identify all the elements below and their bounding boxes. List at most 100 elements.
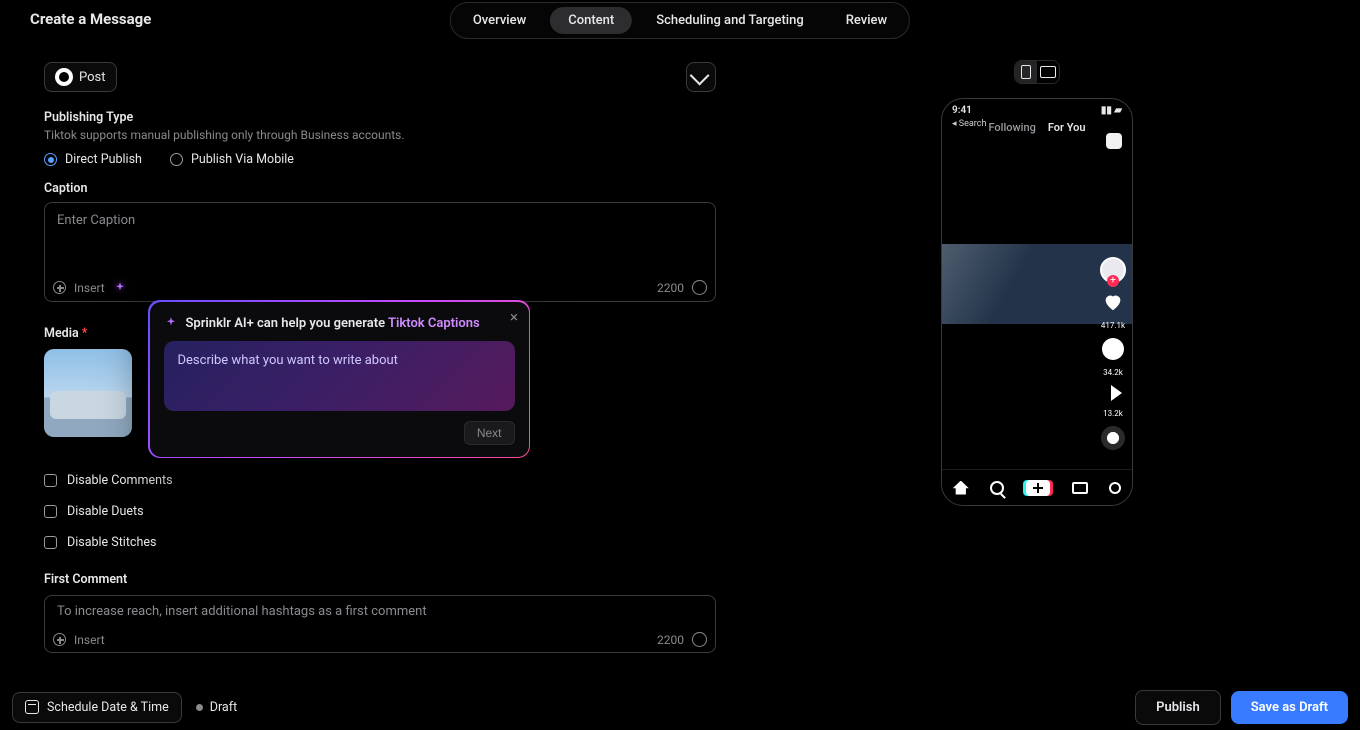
status-chip: Draft — [196, 700, 237, 715]
checkbox-label: Disable Duets — [67, 504, 144, 519]
ai-sparkle-icon[interactable] — [113, 281, 127, 295]
phone-icon — [1021, 65, 1031, 79]
phone-bottom-nav — [942, 469, 1132, 505]
share-count: 13.2k — [1103, 409, 1123, 418]
insert-plus-icon[interactable] — [53, 633, 66, 646]
insert-plus-icon[interactable] — [53, 281, 66, 294]
like-count: 417.1k — [1101, 321, 1125, 330]
checkbox-disable-comments[interactable]: Disable Comments — [44, 473, 716, 488]
media-thumb-fg — [50, 391, 126, 419]
comment-count: 34.2k — [1103, 368, 1123, 377]
preview-desktop-toggle[interactable] — [1037, 61, 1059, 83]
checkbox-disable-duets[interactable]: Disable Duets — [44, 504, 716, 519]
tab-review[interactable]: Review — [828, 7, 905, 34]
radio-direct-publish[interactable]: Direct Publish — [44, 152, 142, 167]
checkbox-label: Disable Comments — [67, 473, 173, 488]
media-thumbnail[interactable] — [44, 349, 132, 437]
page-title: Create a Message — [30, 10, 151, 28]
publishing-type-section: Publishing Type Tiktok supports manual p… — [44, 110, 716, 167]
calendar-icon — [25, 700, 39, 714]
radio-label: Publish Via Mobile — [191, 152, 294, 167]
desktop-icon — [1040, 66, 1056, 78]
profile-icon — [1109, 482, 1121, 494]
media-label-text: Media — [44, 326, 79, 341]
phone-status-bar: 9:41 ▮▮ ▰ — [952, 105, 1122, 116]
phone-status-icons: ▮▮ ▰ — [1101, 105, 1122, 116]
ai-popover-title: Sprinklr AI+ can help you generate Tikto… — [164, 316, 515, 331]
ai-prompt-placeholder: Describe what you want to write about — [178, 353, 398, 368]
caption-toolbar: Insert 2200 — [53, 280, 707, 295]
radio-dot-icon — [170, 153, 183, 166]
tab-overview[interactable]: Overview — [455, 7, 544, 34]
phone-following: Following — [988, 121, 1035, 134]
tab-scheduling-targeting[interactable]: Scheduling and Targeting — [638, 7, 822, 34]
caption-placeholder: Enter Caption — [45, 203, 715, 238]
follow-plus-icon: + — [1107, 275, 1119, 287]
preview-device-toggle — [1014, 60, 1060, 84]
schedule-label: Schedule Date & Time — [47, 700, 169, 715]
pencil-icon — [690, 66, 710, 86]
header-tabs: Overview Content Scheduling and Targetin… — [450, 2, 910, 39]
ai-title-prefix: Sprinklr AI+ can help you generate — [186, 316, 389, 331]
ai-title-accent: Tiktok Captions — [388, 316, 480, 331]
caption-section: Caption Enter Caption Insert 2200 — [44, 181, 716, 302]
emoji-icon[interactable] — [692, 280, 707, 295]
status-label: Draft — [210, 700, 237, 715]
ai-prompt-input[interactable]: Describe what you want to write about — [164, 341, 515, 411]
publishing-type-options: Direct Publish Publish Via Mobile — [44, 152, 716, 167]
radio-label: Direct Publish — [65, 152, 142, 167]
checkbox-label: Disable Stitches — [67, 535, 156, 550]
post-chip-label: Post — [79, 70, 106, 85]
phone-for-you: For You — [1048, 121, 1086, 134]
post-chip-row: Post — [30, 48, 730, 92]
caption-char-count: 2200 — [657, 281, 684, 295]
caption-label: Caption — [44, 181, 716, 196]
mute-icon — [1106, 133, 1122, 149]
post-type-chip[interactable]: Post — [44, 62, 117, 92]
publishing-type-subtitle: Tiktok supports manual publishing only t… — [44, 128, 716, 142]
tab-content[interactable]: Content — [550, 7, 632, 34]
share-icon — [1111, 385, 1122, 401]
checkbox-icon — [44, 505, 57, 518]
checkbox-icon — [44, 474, 57, 487]
ai-next-button[interactable]: Next — [464, 421, 515, 445]
phone-feed-tabs: Following For You — [942, 121, 1132, 134]
caption-insert-label[interactable]: Insert — [74, 281, 105, 295]
tiktok-icon — [55, 68, 73, 86]
radio-dot-icon — [44, 153, 57, 166]
phone-preview: 9:41 ▮▮ ▰ ◂ Search Following For You + 4… — [941, 98, 1133, 506]
first-comment-char-count: 2200 — [657, 633, 684, 647]
publish-button[interactable]: Publish — [1135, 690, 1221, 725]
schedule-button[interactable]: Schedule Date & Time — [12, 692, 182, 723]
media-required: * — [82, 326, 88, 341]
publishing-type-title: Publishing Type — [44, 110, 716, 125]
ai-sparkle-icon — [164, 316, 178, 330]
status-dot-icon — [196, 704, 203, 711]
emoji-icon[interactable] — [692, 632, 707, 647]
search-icon — [990, 481, 1004, 495]
first-comment-insert-label[interactable]: Insert — [74, 633, 105, 647]
first-comment-label: First Comment — [44, 572, 716, 587]
close-icon[interactable]: × — [510, 310, 518, 325]
comment-icon — [1102, 338, 1124, 360]
preview-mobile-toggle[interactable] — [1015, 61, 1037, 83]
checkbox-disable-stitches[interactable]: Disable Stitches — [44, 535, 716, 550]
inbox-icon — [1072, 482, 1088, 494]
sound-disc-icon — [1101, 426, 1125, 450]
caption-input-box[interactable]: Enter Caption Insert 2200 — [44, 202, 716, 302]
content-editor-panel: Post Publishing Type Tiktok supports man… — [30, 48, 730, 676]
create-icon — [1026, 480, 1050, 496]
first-comment-placeholder: To increase reach, insert additional has… — [45, 596, 715, 627]
avatar: + — [1100, 257, 1126, 283]
phone-action-rail: + 417.1k 34.2k 13.2k — [1100, 257, 1126, 450]
edit-post-button[interactable] — [686, 62, 716, 92]
home-icon — [953, 481, 969, 495]
first-comment-input[interactable]: To increase reach, insert additional has… — [44, 595, 716, 653]
radio-publish-via-mobile[interactable]: Publish Via Mobile — [170, 152, 294, 167]
footer-bar: Schedule Date & Time Draft Publish Save … — [0, 684, 1360, 730]
phone-time: 9:41 — [952, 105, 972, 116]
ai-captions-popover: × Sprinklr AI+ can help you generate Tik… — [148, 300, 530, 458]
save-as-draft-button[interactable]: Save as Draft — [1231, 691, 1348, 724]
checkbox-icon — [44, 536, 57, 549]
preview-panel: 9:41 ▮▮ ▰ ◂ Search Following For You + 4… — [740, 48, 1334, 676]
